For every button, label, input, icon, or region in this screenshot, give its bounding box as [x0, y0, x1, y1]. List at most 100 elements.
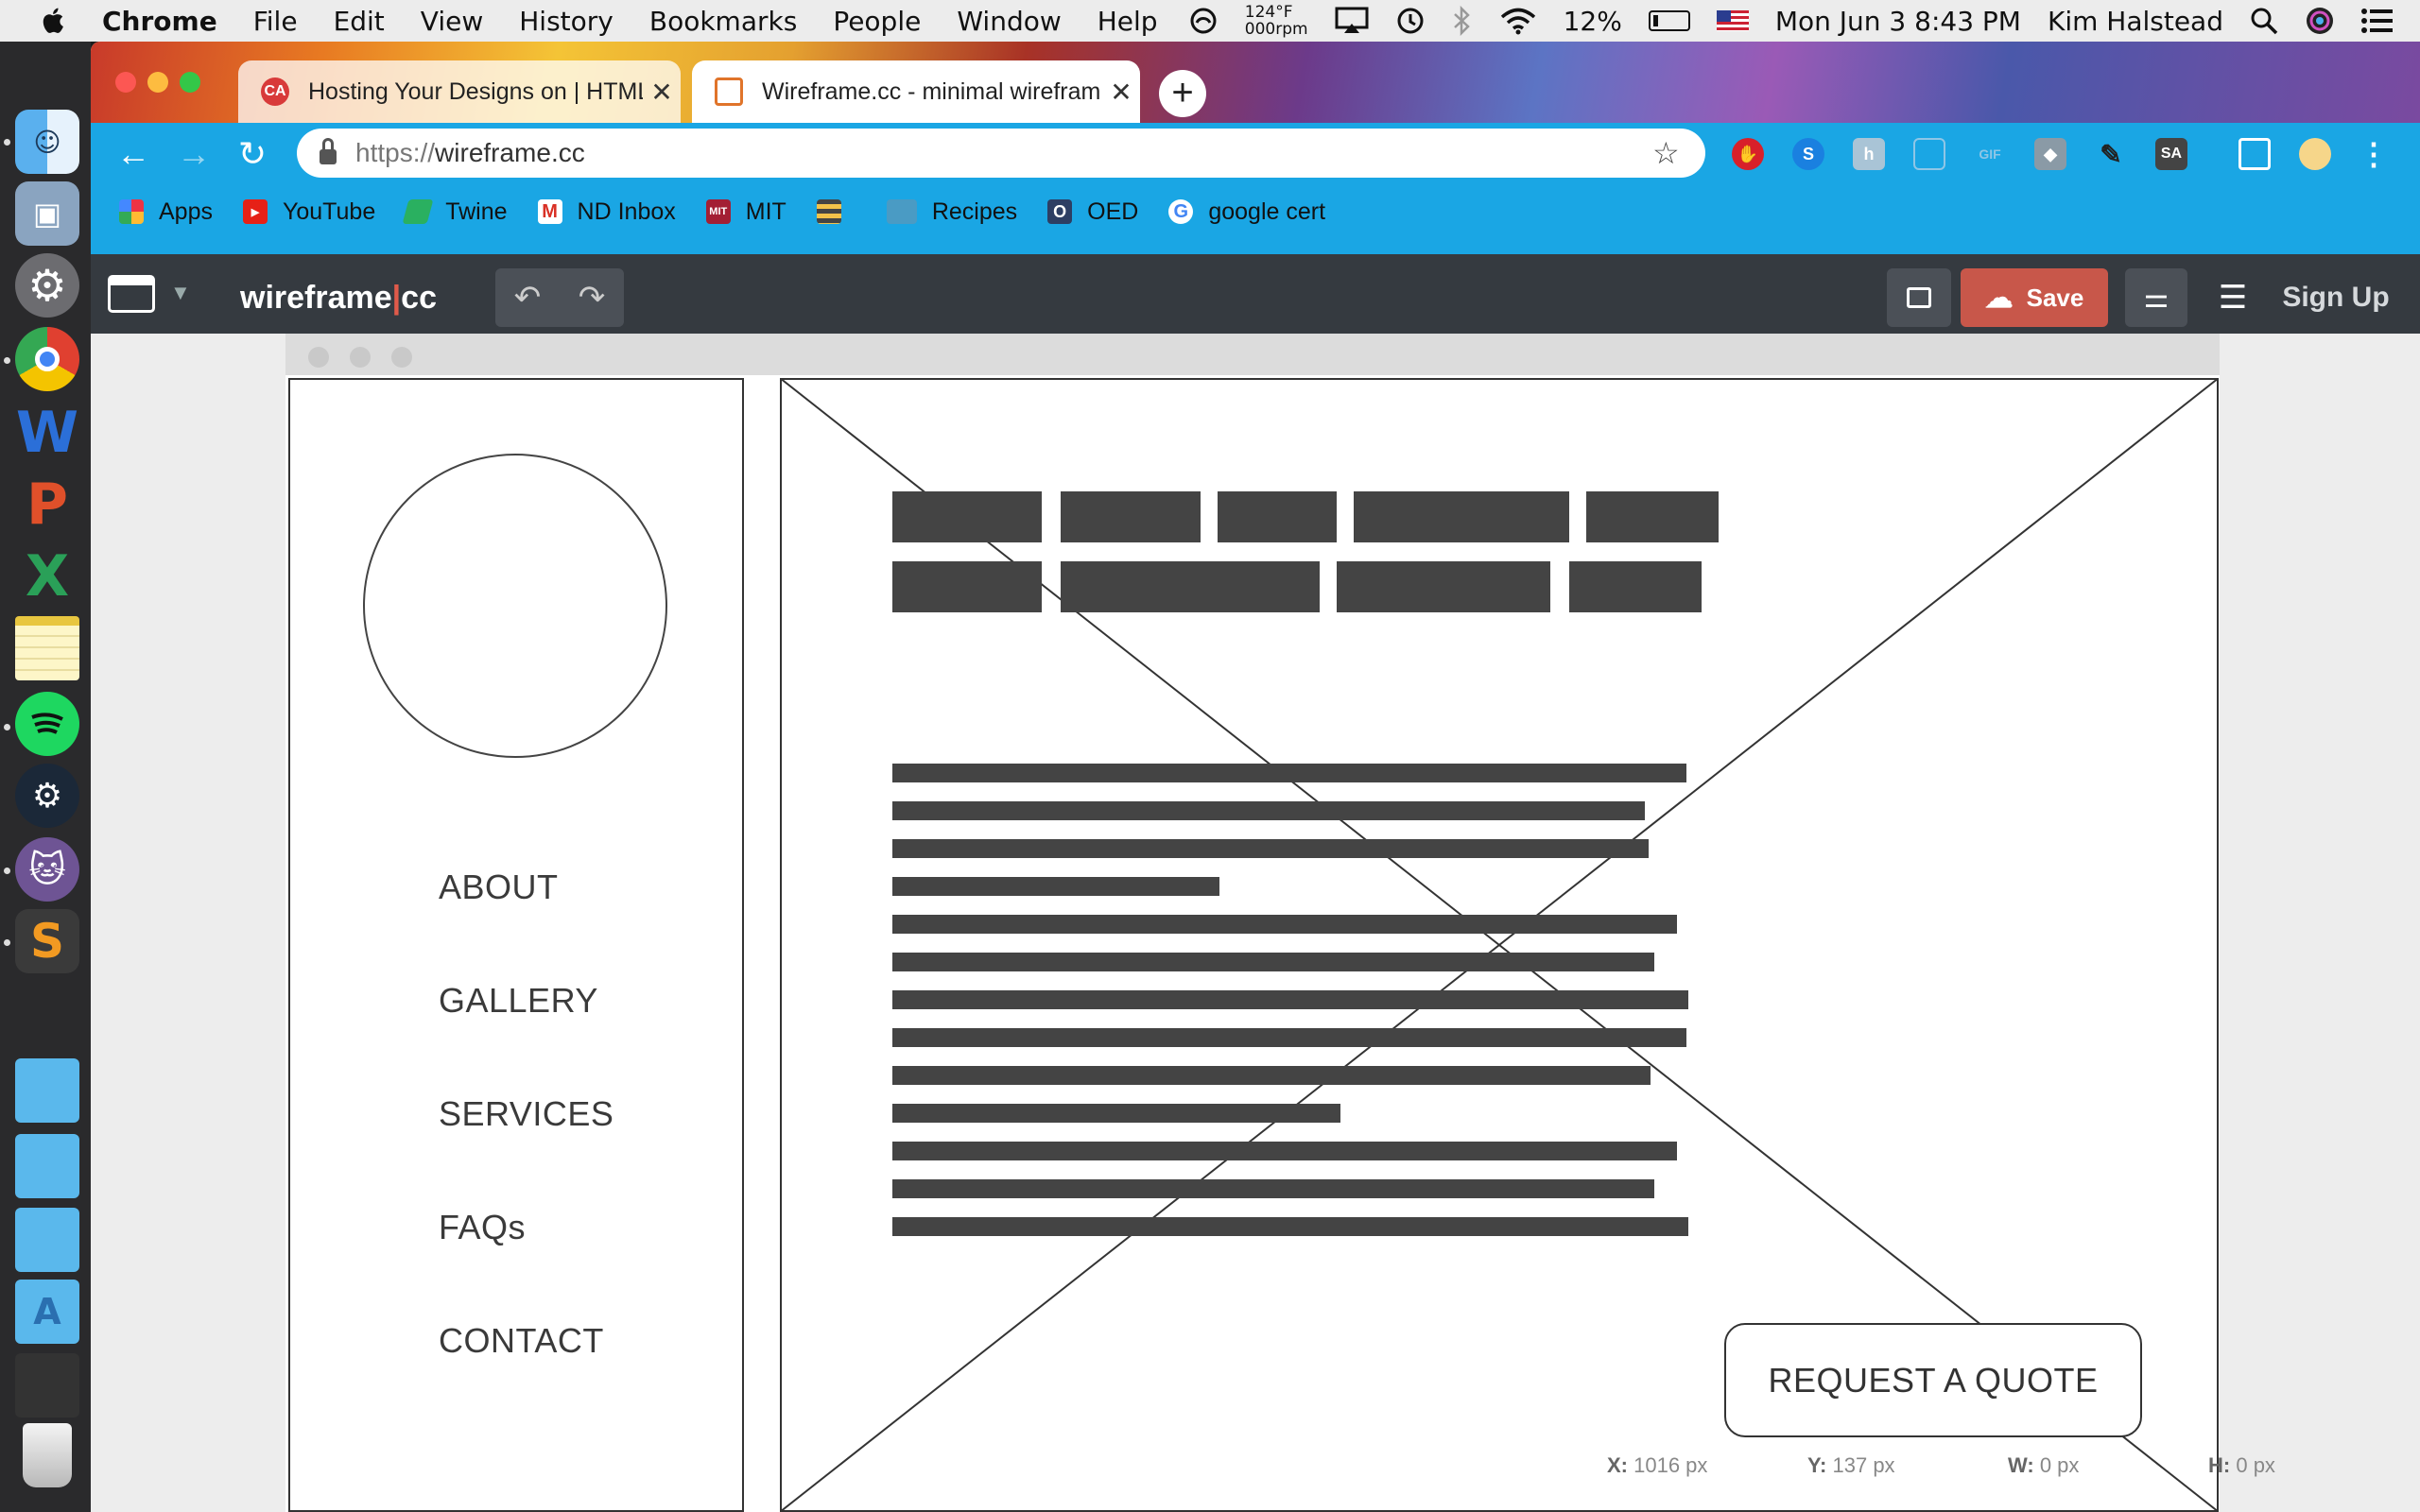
documents-folder-icon[interactable] [15, 1134, 79, 1198]
forward-icon[interactable]: → [170, 130, 217, 178]
menu-history[interactable]: History [519, 6, 614, 37]
wireframe-heading-block[interactable] [892, 561, 1042, 612]
undo-icon[interactable]: ↶ [495, 279, 560, 317]
wireframe-text-line[interactable] [892, 1028, 1686, 1047]
save-button[interactable]: ☁ Save [1961, 268, 2108, 327]
wireframe-nav-gallery[interactable]: GALLERY [439, 981, 598, 1021]
bookmark-recipes[interactable]: Recipes [886, 198, 1017, 226]
wireframe-heading-block[interactable] [1586, 491, 1719, 542]
menu-file[interactable]: File [253, 6, 298, 37]
bookmark-nd-inbox[interactable]: M ND Inbox [537, 198, 676, 226]
folder-icon[interactable] [15, 1058, 79, 1123]
window-close-icon[interactable] [115, 72, 136, 93]
hangouts-extension-icon[interactable]: h [1853, 138, 1885, 170]
us-flag-input-icon[interactable] [1716, 10, 1749, 31]
wireframe-heading-block[interactable] [1061, 491, 1201, 542]
wireframe-text-line[interactable] [892, 801, 1645, 820]
menu-window[interactable]: Window [957, 6, 1061, 37]
bookmark-star-icon[interactable]: ☆ [1652, 135, 1690, 171]
notes-icon[interactable] [15, 616, 79, 680]
profile-avatar-icon[interactable] [2299, 138, 2331, 170]
wireframe-text-line[interactable] [892, 1104, 1340, 1123]
creative-cloud-icon[interactable] [1188, 6, 1219, 36]
word-icon[interactable]: W [15, 400, 79, 466]
powerpoint-icon[interactable]: P [15, 472, 79, 538]
gif-extension-icon[interactable]: GIF [1974, 138, 2006, 170]
comment-icon[interactable] [1887, 268, 1951, 327]
battery-icon[interactable] [1648, 10, 1690, 31]
bookmark-oed[interactable]: O OED [1047, 198, 1138, 226]
tab-wireframe[interactable]: Wireframe.cc - minimal wireframing ✕ [692, 60, 1140, 123]
chrome-menu-icon[interactable]: ⋮ [2358, 137, 2390, 171]
wireframe-heading-block[interactable] [1337, 561, 1550, 612]
wireframe-heading-block[interactable] [1061, 561, 1320, 612]
apple-logo-icon[interactable] [38, 5, 70, 37]
wireframe-text-line[interactable] [892, 1066, 1651, 1085]
bluetooth-icon[interactable] [1452, 6, 1473, 36]
user-name[interactable]: Kim Halstead [2048, 6, 2223, 37]
wireframe-text-line[interactable] [892, 1217, 1688, 1236]
wireframe-nav-faqs[interactable]: FAQs [439, 1208, 526, 1247]
spotlight-search-icon[interactable] [2250, 7, 2278, 35]
tab-hosting-designs[interactable]: CA Hosting Your Designs on | HTML ✕ [238, 60, 681, 123]
photos-folder-icon[interactable] [15, 1208, 79, 1272]
notification-center-icon[interactable] [2361, 8, 2394, 34]
tab-close-icon[interactable]: ✕ [643, 77, 681, 108]
wireframe-request-quote-button[interactable]: REQUEST A QUOTE [1724, 1323, 2142, 1437]
wireframe-nav-contact[interactable]: CONTACT [439, 1321, 604, 1361]
wireframe-text-line[interactable] [892, 990, 1688, 1009]
sign-up-link[interactable]: Sign Up [2265, 268, 2407, 327]
address-bar[interactable]: https://wireframe.cc ☆ [297, 129, 1705, 178]
wireframe-text-line[interactable] [892, 1179, 1654, 1198]
settings-sliders-icon[interactable]: ⚌ [2125, 268, 2187, 327]
preview-icon[interactable]: ▣ [15, 181, 79, 246]
new-tab-button[interactable]: + [1159, 70, 1206, 117]
sa-extension-icon[interactable]: SA [2155, 138, 2187, 170]
wireframe-text-line[interactable] [892, 877, 1219, 896]
redo-icon[interactable]: ↷ [560, 279, 624, 317]
doc-extension-icon[interactable] [1913, 138, 1945, 170]
app-menu-chrome[interactable]: Chrome [102, 6, 217, 37]
sublime-text-icon[interactable]: S [15, 909, 79, 973]
back-icon[interactable]: ← [110, 130, 157, 178]
trash-icon[interactable] [23, 1423, 72, 1487]
window-zoom-icon[interactable] [180, 72, 200, 93]
lock-icon[interactable] [320, 138, 337, 164]
siri-icon[interactable] [2305, 6, 2335, 36]
menu-help[interactable]: Help [1098, 6, 1158, 37]
menu-bookmarks[interactable]: Bookmarks [649, 6, 797, 37]
browser-template-icon[interactable] [108, 275, 155, 313]
wireframe-text-line[interactable] [892, 1142, 1677, 1160]
wireframe-avatar-circle[interactable] [363, 454, 667, 758]
system-preferences-icon[interactable]: ⚙ [15, 253, 79, 318]
wireframe-heading-block[interactable] [892, 491, 1042, 542]
cube-extension-icon[interactable]: ◆ [2034, 138, 2066, 170]
app-logo[interactable]: wireframe|cc [240, 280, 437, 317]
finder-icon[interactable]: ☺ [15, 110, 79, 174]
bookmark-youtube[interactable]: ▶ YouTube [242, 198, 375, 226]
wireframe-nav-services[interactable]: SERVICES [439, 1094, 614, 1134]
wireframe-text-line[interactable] [892, 764, 1686, 782]
cast-icon[interactable] [2238, 138, 2271, 170]
wireframe-heading-block[interactable] [1218, 491, 1337, 542]
wireframe-text-line[interactable] [892, 953, 1654, 971]
spotify-icon[interactable] [15, 692, 79, 756]
window-minimize-icon[interactable] [147, 72, 168, 93]
clock[interactable]: Mon Jun 3 8:43 PM [1775, 6, 2021, 37]
menu-view[interactable]: View [421, 6, 483, 37]
bookmark-google-cert[interactable]: Ggoogle cert [1168, 198, 1325, 226]
downloads-stack-icon[interactable] [15, 1353, 79, 1418]
github-desktop-icon[interactable]: 🐱 [15, 837, 79, 902]
menu-people[interactable]: People [833, 6, 921, 37]
menu-edit[interactable]: Edit [334, 6, 385, 37]
bookmark-apps[interactable]: Apps [119, 198, 213, 226]
tab-close-icon[interactable]: ✕ [1102, 77, 1140, 108]
excel-icon[interactable]: X [15, 543, 79, 610]
temperature-monitor[interactable]: 124°F 000rpm [1245, 4, 1308, 38]
adblock-extension-icon[interactable]: ✋ [1732, 138, 1764, 170]
bookmark-twine[interactable]: Twine [402, 198, 508, 226]
airplay-icon[interactable] [1335, 7, 1369, 35]
s-extension-icon[interactable]: S [1792, 138, 1824, 170]
wireframe-nav-about[interactable]: ABOUT [439, 868, 559, 907]
wireframe-text-line[interactable] [892, 915, 1677, 934]
